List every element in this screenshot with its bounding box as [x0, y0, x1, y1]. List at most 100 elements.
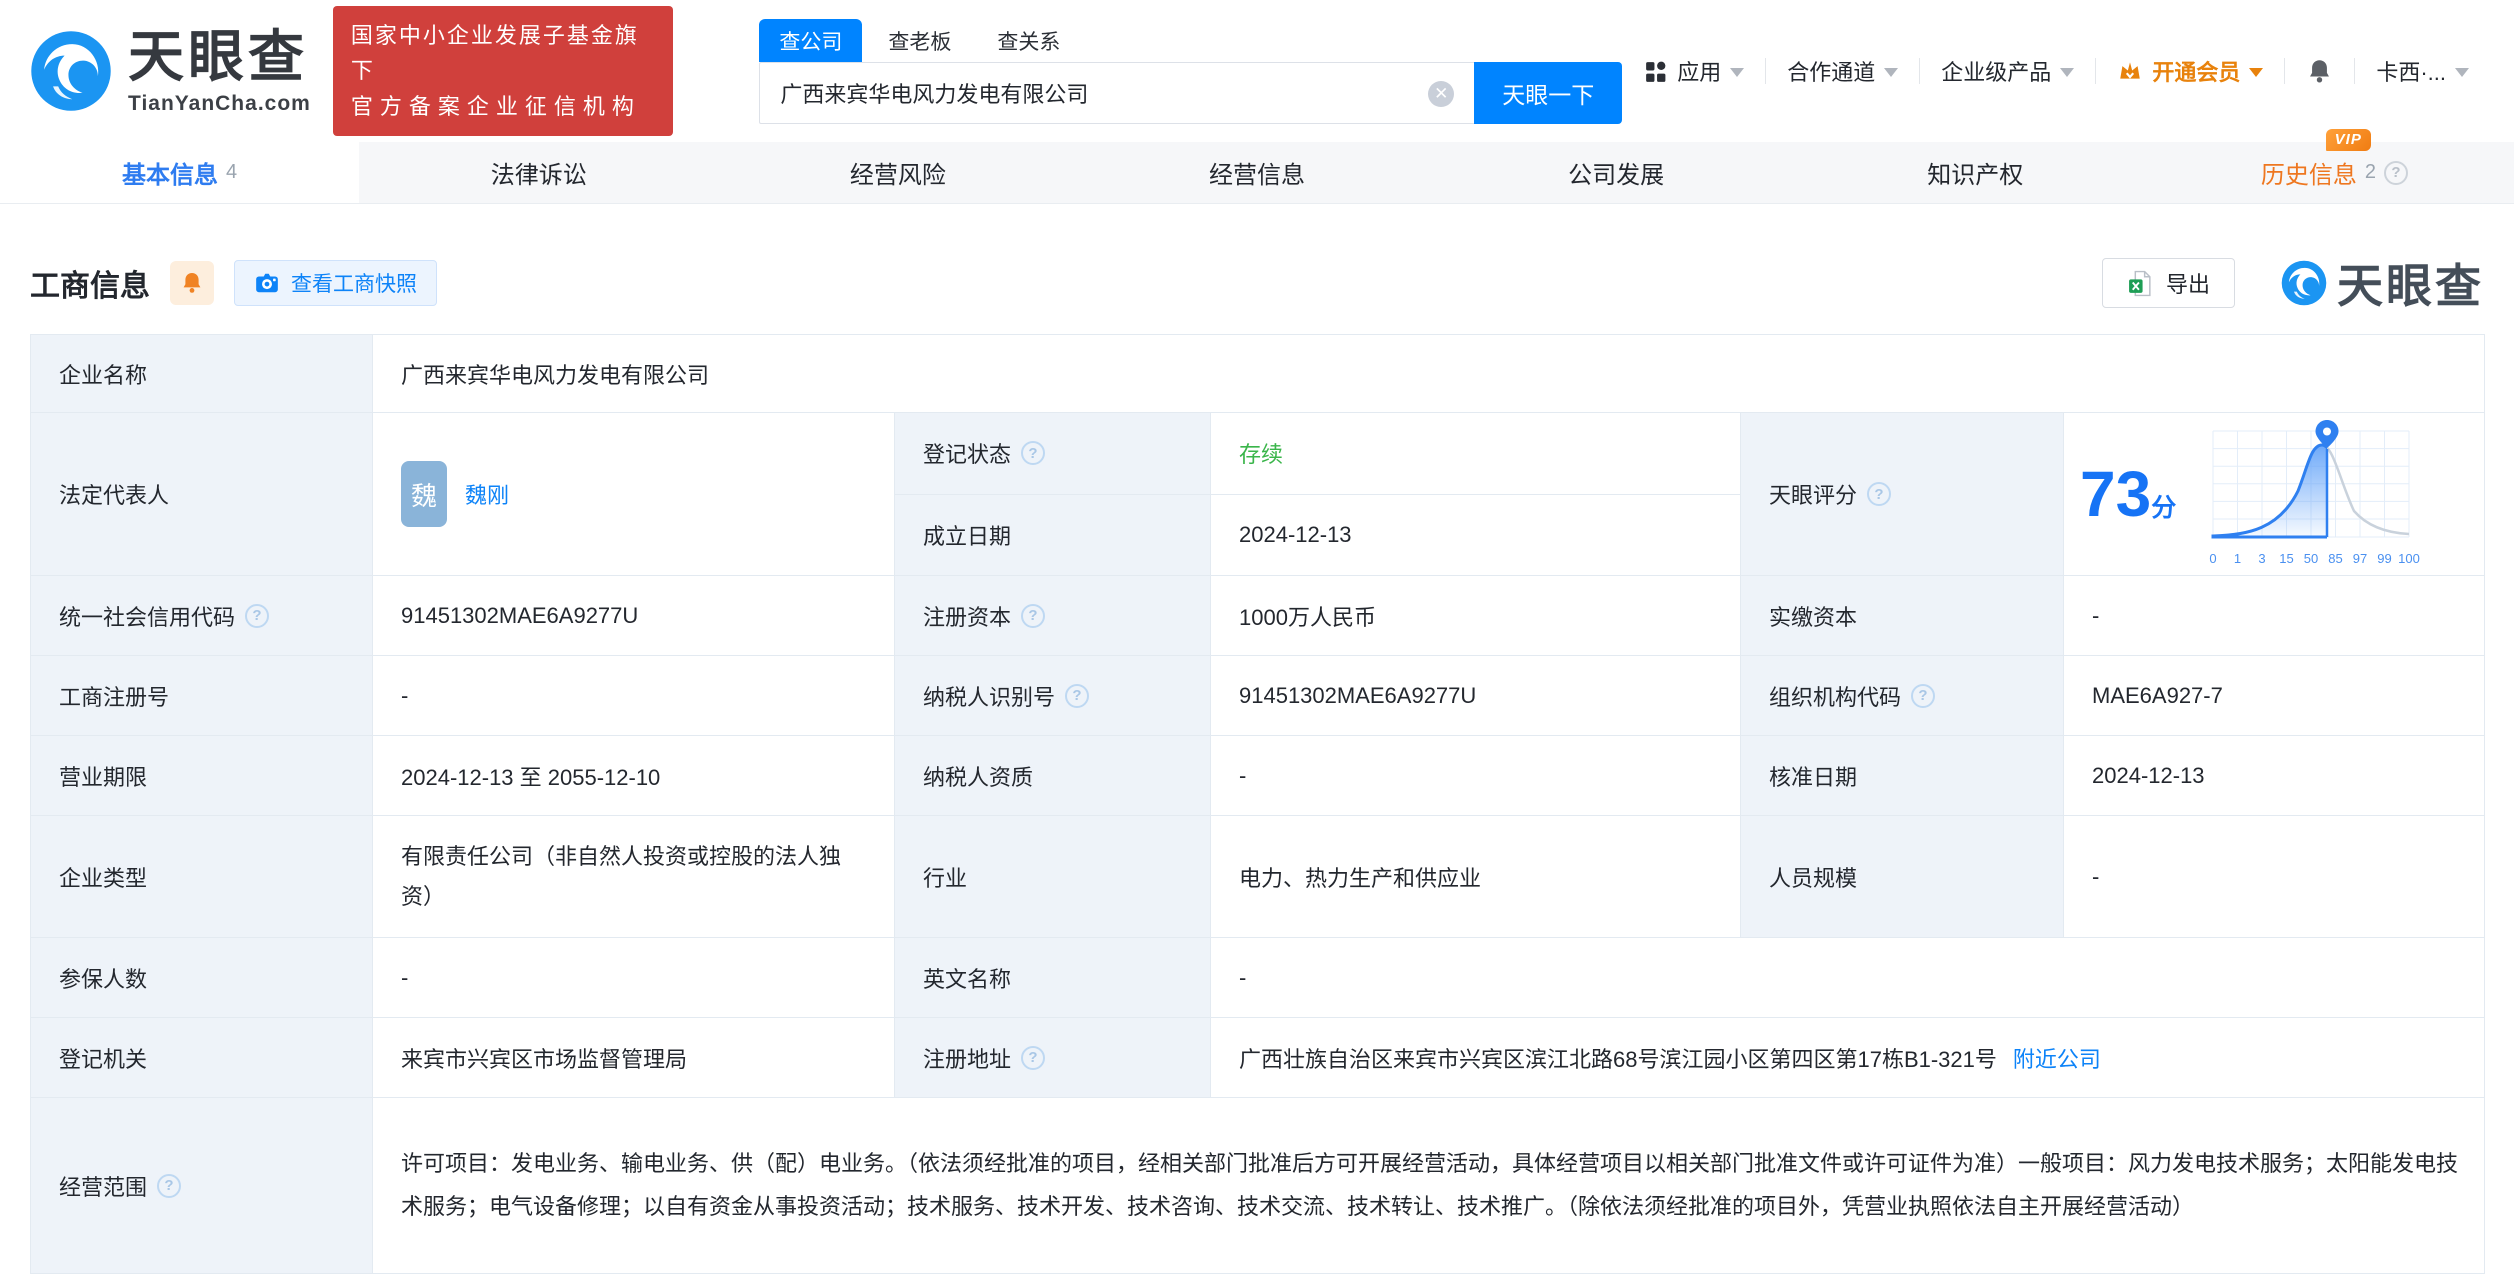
reg-capital-label: 注册资本?	[894, 575, 1211, 656]
axis-tick: 99	[2377, 551, 2391, 566]
axis-tick: 3	[2259, 551, 2266, 566]
bell-icon	[183, 273, 201, 293]
table-row: 企业类型 有限责任公司（非自然人投资或控股的法人独资） 行业 电力、热力生产和供…	[30, 815, 2486, 938]
taxpayer-quality-label: 纳税人资质	[894, 735, 1211, 816]
registry-authority-label: 登记机关	[30, 1017, 373, 1098]
excel-icon	[2129, 270, 2151, 296]
nav-open-vip[interactable]: 开通会员	[2096, 55, 2284, 87]
company-tabbar: 基本信息 4 法律诉讼 经营风险 经营信息 公司发展 知识产权 历史信息 VIP…	[0, 129, 2514, 204]
nearby-companies-link[interactable]: 附近公司	[2013, 1047, 2101, 1072]
tab-label: 公司发展	[1568, 162, 1665, 189]
score-unit: 分	[2151, 494, 2177, 522]
org-code-value: MAE6A927-7	[2062, 655, 2486, 736]
company-name-label: 企业名称	[30, 334, 373, 413]
logo-text: 天眼查	[128, 24, 308, 88]
search-input[interactable]	[759, 61, 1475, 124]
axis-tick: 97	[2353, 551, 2367, 566]
industry-label: 行业	[894, 815, 1211, 938]
tab-legal-litigation[interactable]: 法律诉讼	[359, 142, 718, 203]
table-row: 经营范围? 许可项目：发电业务、输电业务、供（配）电业务。（依法须经批准的项目，…	[30, 1097, 2486, 1274]
table-row: 企业名称 广西来宾华电风力发电有限公司	[30, 334, 2486, 413]
label-text: 统一社会信用代码	[59, 604, 236, 630]
badge-line1: 国家中小企业发展子基金旗下	[350, 23, 639, 84]
certification-badge: 国家中小企业发展子基金旗下 官方备案企业征信机构	[332, 6, 674, 136]
registry-authority-value: 来宾市兴宾区市场监督管理局	[372, 1017, 895, 1098]
label-text: 组织机构代码	[1769, 684, 1902, 710]
nav-user-account[interactable]: 卡西·...	[2355, 55, 2490, 87]
search-block: 查公司 查老板 查关系 ✕ 天眼一下	[759, 18, 1623, 124]
tianyancha-swirl-icon	[31, 31, 111, 111]
legal-rep-label: 法定代表人	[30, 412, 373, 576]
search-tabs: 查公司 查老板 查关系	[759, 18, 1622, 62]
avatar[interactable]: 魏	[401, 461, 447, 527]
vip-crown-icon	[2120, 62, 2141, 79]
search-tab-relation[interactable]: 查关系	[977, 19, 1080, 62]
help-icon[interactable]: ?	[1021, 441, 1046, 466]
tab-label: 知识产权	[1927, 162, 2024, 189]
watermark-text: 天眼查	[2337, 260, 2484, 312]
search-tab-boss[interactable]: 查老板	[868, 19, 971, 62]
help-icon[interactable]: ?	[1021, 1045, 1046, 1070]
tab-history-info[interactable]: 历史信息 VIP 2 ?	[2155, 129, 2514, 203]
user-name: 卡西·...	[2376, 60, 2446, 85]
tab-label: 法律诉讼	[490, 162, 587, 189]
badge-line2: 官方备案企业征信机构	[350, 93, 641, 119]
score-value[interactable]: 73分	[2080, 462, 2176, 526]
nav-notifications[interactable]	[2285, 58, 2354, 85]
label-text: 天眼评分	[1769, 483, 1858, 508]
tab-count: 4	[226, 161, 238, 183]
legal-rep-link[interactable]: 魏刚	[465, 478, 509, 510]
nav-partner[interactable]: 合作通道	[1766, 55, 1919, 87]
tab-basic-info[interactable]: 基本信息 4	[0, 142, 360, 203]
monitor-bell-button[interactable]	[170, 261, 214, 305]
nav-enterprise[interactable]: 企业级产品	[1920, 55, 2095, 87]
tianyancha-swirl-icon	[2281, 260, 2327, 306]
apps-grid-icon	[1646, 61, 1666, 82]
axis-tick: 50	[2304, 551, 2318, 566]
help-icon[interactable]: ?	[157, 1173, 182, 1198]
help-icon[interactable]: ?	[2383, 160, 2408, 185]
label-text: 登记状态	[923, 442, 1012, 468]
table-row: 参保人数 - 英文名称 -	[30, 937, 2486, 1018]
vip-badge: VIP	[2325, 129, 2371, 151]
tab-intellectual-property[interactable]: 知识产权	[1796, 142, 2155, 203]
score-number: 73	[2080, 458, 2152, 530]
paid-capital-label: 实缴资本	[1740, 575, 2064, 656]
nav-apps-label: 应用	[1677, 60, 1722, 85]
search-button[interactable]: 天眼一下	[1474, 61, 1623, 124]
help-icon[interactable]: ?	[1065, 683, 1090, 708]
snapshot-button-label: 查看工商快照	[291, 273, 417, 296]
page-header: 天眼查 TianYanCha.com 国家中小企业发展子基金旗下 官方备案企业征…	[0, 0, 2514, 142]
clear-search-icon[interactable]: ✕	[1428, 80, 1455, 107]
reg-status-label: 登记状态?	[894, 412, 1211, 495]
section-title: 工商信息	[30, 270, 150, 303]
help-icon[interactable]: ?	[1867, 482, 1892, 506]
tianyancha-logo[interactable]: 天眼查 TianYanCha.com	[30, 24, 311, 114]
help-icon[interactable]: ?	[245, 603, 270, 628]
chevron-down-icon	[2455, 68, 2469, 77]
score-cell: 73分 0 1 3 15 50 85 97 99 100	[2062, 412, 2486, 576]
tab-operation-risk[interactable]: 经营风险	[718, 142, 1077, 203]
est-date-label: 成立日期	[894, 493, 1211, 576]
search-tab-company[interactable]: 查公司	[759, 18, 863, 62]
tab-company-development[interactable]: 公司发展	[1437, 142, 1796, 203]
tab-label: 经营信息	[1208, 162, 1305, 189]
business-info-header: 工商信息 查看工商快照 导出 天眼查	[30, 258, 2484, 312]
english-name-label: 英文名称	[894, 937, 1211, 1018]
export-button[interactable]: 导出	[2101, 258, 2235, 308]
chevron-down-icon	[2249, 68, 2264, 77]
business-scope-label: 经营范围?	[30, 1097, 373, 1274]
view-snapshot-button[interactable]: 查看工商快照	[234, 260, 437, 306]
camera-icon	[256, 273, 278, 293]
axis-tick: 100	[2398, 551, 2420, 566]
taxpayer-id-value: 91451302MAE6A9277U	[1210, 655, 1741, 736]
nav-apps[interactable]: 应用	[1622, 55, 1765, 87]
help-icon[interactable]: ?	[1021, 603, 1046, 628]
label-text: 经营范围	[59, 1174, 148, 1200]
chevron-down-icon	[1884, 68, 1899, 77]
tab-operation-info[interactable]: 经营信息	[1077, 142, 1436, 203]
company-type-label: 企业类型	[30, 815, 373, 938]
approval-date-label: 核准日期	[1740, 735, 2064, 816]
help-icon[interactable]: ?	[1911, 683, 1936, 708]
approval-date-value: 2024-12-13	[2062, 735, 2486, 816]
